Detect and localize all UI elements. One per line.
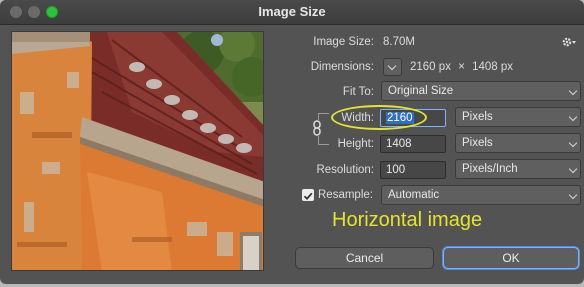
chevron-down-icon xyxy=(568,138,578,148)
resample-select[interactable]: Automatic xyxy=(381,185,581,205)
resolution-unit-value: Pixels/Inch xyxy=(462,163,518,175)
width-unit-select[interactable]: Pixels xyxy=(455,107,581,127)
image-size-label: Image Size: xyxy=(313,36,374,48)
fit-to-select[interactable]: Original Size xyxy=(381,81,581,101)
dimensions-height-unit: px xyxy=(500,61,514,73)
title-bar: Image Size xyxy=(0,0,584,25)
dimensions-times: × xyxy=(458,61,465,73)
window-title: Image Size xyxy=(258,4,326,19)
width-unit-value: Pixels xyxy=(462,111,493,123)
image-size-value: 8.70M xyxy=(383,36,415,48)
resample-label: Resample: xyxy=(318,189,373,201)
chevron-down-icon xyxy=(568,86,578,96)
chevron-down-icon xyxy=(568,190,578,200)
chevron-down-icon xyxy=(568,112,578,122)
highlight-oval xyxy=(331,105,427,130)
dimensions-height: 1408 xyxy=(472,61,498,73)
ok-button[interactable]: OK xyxy=(443,247,579,269)
height-input[interactable]: 1408 xyxy=(380,135,446,153)
gear-icon[interactable] xyxy=(561,35,577,47)
preview-photo xyxy=(12,32,263,270)
height-value: 1408 xyxy=(386,138,412,150)
image-size-dialog: Image Size Image Size: 8.70M Dimensions:… xyxy=(0,0,584,284)
checkmark-icon xyxy=(303,192,313,201)
height-label: Height: xyxy=(337,138,374,150)
resample-checkbox[interactable] xyxy=(302,189,314,201)
resolution-value: 100 xyxy=(386,164,406,176)
resolution-input[interactable]: 100 xyxy=(380,161,446,179)
dimensions-label: Dimensions: xyxy=(310,61,374,73)
fit-to-label: Fit To: xyxy=(342,86,374,98)
cancel-button[interactable]: Cancel xyxy=(295,247,434,269)
chevron-down-icon xyxy=(568,164,578,174)
resolution-label: Resolution: xyxy=(316,164,374,176)
height-unit-select[interactable]: Pixels xyxy=(455,133,581,153)
dimensions-value: 2160 px × 1408 px xyxy=(410,61,513,73)
fit-to-value: Original Size xyxy=(388,85,454,97)
resample-value: Automatic xyxy=(388,189,440,201)
annotation-text: Horizontal image xyxy=(332,209,483,231)
dimensions-width: 2160 xyxy=(410,61,436,73)
image-preview[interactable] xyxy=(11,31,264,271)
resolution-unit-select[interactable]: Pixels/Inch xyxy=(455,159,581,179)
height-unit-value: Pixels xyxy=(462,137,493,149)
dimensions-width-unit: px xyxy=(438,61,451,73)
dimensions-unit-dropdown[interactable] xyxy=(383,58,402,76)
chevron-down-icon xyxy=(387,61,397,71)
